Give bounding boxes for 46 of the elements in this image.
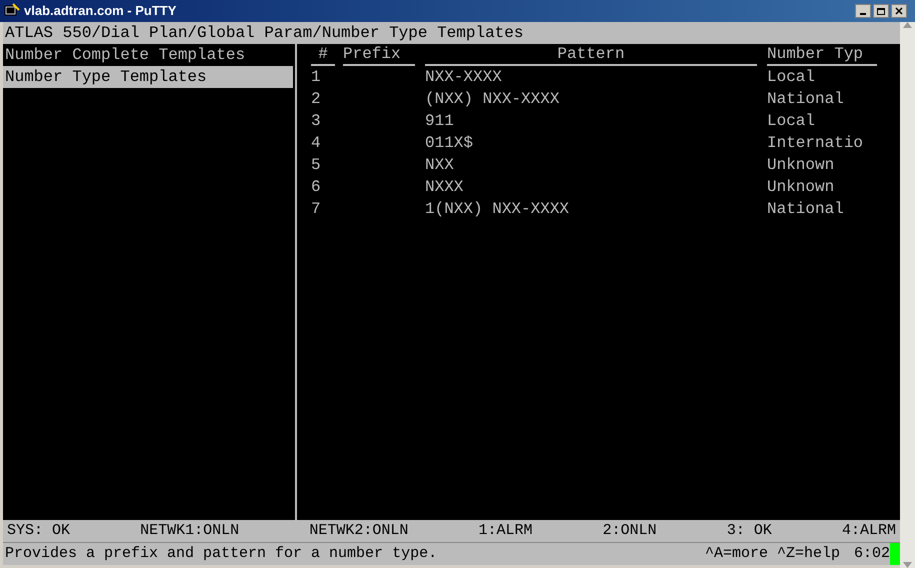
table-cell-text: Internatio <box>767 133 864 154</box>
column-header: # <box>311 44 335 66</box>
table-cell-text: 3 <box>311 111 322 132</box>
close-icon <box>895 7 903 15</box>
table-cell-text: NXX <box>425 155 455 176</box>
status-item: 1:ALRM <box>478 521 533 541</box>
table-cell-text: Local <box>767 111 816 132</box>
table-cell-text: 1(NXX) NXX-XXXX <box>425 199 570 220</box>
table-cell-text: National <box>767 199 845 220</box>
table-cell-text: NXX-XXXX <box>425 67 503 88</box>
table-cell-text: NXXX <box>425 177 464 198</box>
table-cell-text: National <box>767 89 845 110</box>
status-item: 2:ONLN <box>602 521 657 541</box>
maximize-button[interactable] <box>873 4 889 18</box>
cursor <box>890 543 900 565</box>
maximize-icon <box>877 8 885 14</box>
minimize-icon <box>860 13 866 15</box>
column-header: Prefix <box>343 44 415 66</box>
table-cell-text: 7 <box>311 199 322 220</box>
close-button[interactable] <box>891 4 907 18</box>
table-cell-text: 1 <box>311 67 322 88</box>
column-header: Pattern <box>425 44 757 66</box>
table-cell-text: 5 <box>311 155 322 176</box>
minimize-button[interactable] <box>855 4 871 18</box>
status-item: 3: OK <box>726 521 772 541</box>
menu-item[interactable]: Number Type Templates <box>3 66 293 88</box>
table-cell-text: Unknown <box>767 155 836 176</box>
table-cell-text: Unknown <box>767 177 836 198</box>
status-item: NETWK2:ONLN <box>309 521 408 541</box>
table-cell-text: 911 <box>425 111 455 132</box>
table-cell-text: (NXX) NXX-XXXX <box>425 89 560 110</box>
status-item: NETWK1:ONLN <box>140 521 240 541</box>
column-header: Number Typ <box>767 44 877 66</box>
status-item: SYS: OK <box>7 521 70 541</box>
window-title: vlab.adtran.com - PuTTY <box>24 2 178 20</box>
table-cell-text: 6 <box>311 177 322 198</box>
menu-item[interactable]: Number Complete Templates <box>3 44 295 66</box>
help-text: Provides a prefix and pattern for a number type. <box>4 544 438 564</box>
status-item: 4:ALRM <box>842 521 896 541</box>
table-cell-text: 4 <box>311 133 322 154</box>
table-cell-text: 2 <box>311 89 322 110</box>
menu-path: ATLAS 550/Dial Plan/Global Param/Number Type Templates <box>3 22 900 44</box>
table-cell-text: Local <box>767 67 816 88</box>
key-hints: ^A=more ^Z=help <box>704 544 840 564</box>
clock: 6:02 <box>854 544 890 564</box>
table-cell-text: 011X$ <box>425 133 474 154</box>
